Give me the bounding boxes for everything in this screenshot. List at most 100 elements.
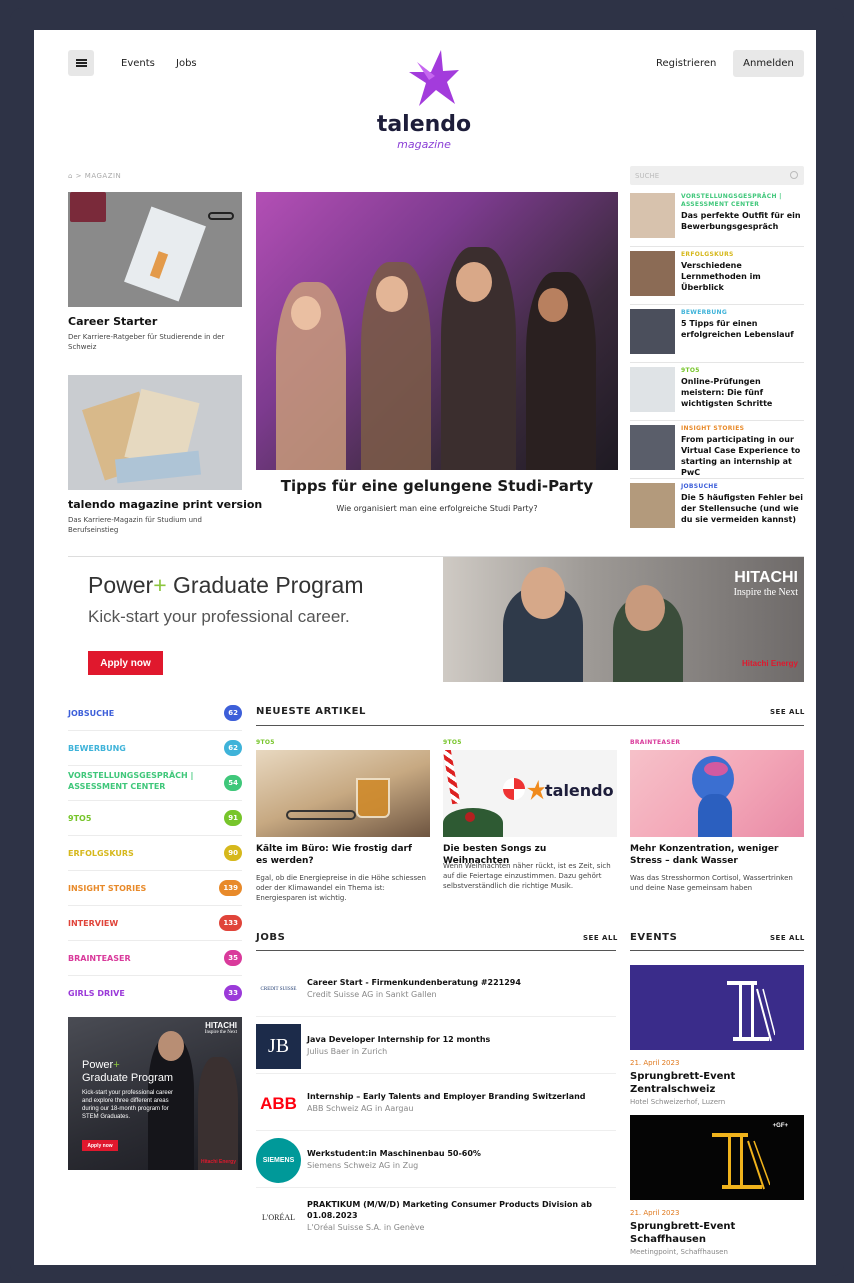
count-badge: 35 [224, 950, 242, 966]
hitachi-energy-logo: Hitachi Energy [200, 1159, 236, 1165]
login-button[interactable]: Anmelden [733, 50, 804, 77]
category-vorstellungsgespraech[interactable]: VORSTELLUNGSGESPRÄCH | ASSESSMENT CENTER… [68, 766, 242, 801]
article-title[interactable]: Kälte im Büro: Wie frostig darf es werde… [256, 843, 426, 867]
article-title[interactable]: Online-Prüfungen meistern: Die fünf wich… [681, 376, 805, 409]
article-category[interactable]: BEWERBUNG [681, 309, 727, 317]
article-category[interactable]: VORSTELLUNGSGESPRÄCH | ASSESSMENT CENTER [681, 193, 791, 209]
article-thumbnail[interactable] [630, 425, 675, 470]
event-title[interactable]: Sprungbrett-Event Schaffhausen [630, 1220, 804, 1246]
count-badge: 91 [224, 810, 242, 826]
category-bewerbung[interactable]: BEWERBUNG 62 [68, 731, 242, 766]
article-thumbnail[interactable] [630, 483, 675, 528]
hitachi-side-ad[interactable]: HITACHI Inspire the Next Power+ Graduate … [68, 1017, 242, 1170]
job-title[interactable]: PRAKTIKUM (M/W/D) Marketing Consumer Pro… [307, 1199, 607, 1221]
hero-title[interactable]: Tipps für eine gelungene Studi-Party [256, 477, 618, 495]
card-title[interactable]: Career Starter [68, 315, 157, 328]
article-category[interactable]: BRAINTEASER [630, 739, 680, 746]
home-icon[interactable]: ⌂ [68, 172, 73, 180]
event-image[interactable] [630, 965, 804, 1050]
category-brainteaser[interactable]: BRAINTEASER 35 [68, 941, 242, 976]
event-title[interactable]: Sprungbrett-Event Zentralschweiz [630, 1070, 804, 1096]
sidebar-article[interactable]: INSIGHT STORIES From participating in ou… [630, 422, 804, 479]
card-title[interactable]: talendo magazine print version [68, 498, 262, 511]
hero-image[interactable] [256, 192, 618, 470]
search-input[interactable]: SUCHE [630, 166, 804, 185]
logo-text[interactable]: talendo [364, 112, 484, 137]
article-category[interactable]: 9TO5 [681, 367, 700, 375]
article-thumbnail[interactable] [630, 367, 675, 412]
sidebar-article[interactable]: VORSTELLUNGSGESPRÄCH | ASSESSMENT CENTER… [630, 190, 804, 247]
see-all-jobs-link[interactable]: SEE ALL [583, 934, 618, 942]
breadcrumb-current: MAGAZIN [84, 172, 122, 180]
article-category[interactable]: INSIGHT STORIES [681, 425, 744, 433]
apply-now-button[interactable]: Apply now [88, 651, 163, 675]
category-insight-stories[interactable]: INSIGHT STORIES 139 [68, 871, 242, 906]
count-badge: 133 [219, 915, 242, 931]
breadcrumb: ⌂ > MAGAZIN [68, 172, 122, 180]
article-title[interactable]: Mehr Konzentration, weniger Stress – dan… [630, 843, 804, 867]
job-title[interactable]: Werkstudent:in Maschinenbau 50-60% [307, 1148, 607, 1159]
job-listing[interactable]: CREDIT SUISSE Career Start - Firmenkunde… [256, 960, 616, 1017]
apply-now-button[interactable]: Apply now [82, 1140, 118, 1151]
see-all-articles-link[interactable]: SEE ALL [770, 708, 805, 716]
see-all-events-link[interactable]: SEE ALL [770, 934, 805, 942]
career-starter-image[interactable] [68, 192, 242, 307]
article-title[interactable]: From participating in our Virtual Case E… [681, 434, 805, 478]
divider [630, 950, 804, 951]
article-image[interactable]: talendo [443, 750, 617, 837]
event-date: 21. April 2023 [630, 1209, 680, 1217]
company-logo: L'ORÉAL [262, 1213, 295, 1222]
count-badge: 139 [219, 880, 242, 896]
article-category[interactable]: ERFOLGSKURS [681, 251, 734, 259]
job-company: Julius Baer in Zurich [307, 1047, 388, 1056]
divider [256, 725, 804, 726]
job-title[interactable]: Java Developer Internship for 12 months [307, 1034, 607, 1045]
job-listing[interactable]: JB Java Developer Internship for 12 mont… [256, 1017, 616, 1074]
article-thumbnail[interactable] [630, 251, 675, 296]
nav-jobs[interactable]: Jobs [176, 58, 197, 69]
nav-events[interactable]: Events [121, 58, 155, 69]
company-logo: ABB [260, 1093, 297, 1113]
banner-title: Power+ Graduate Program [88, 572, 364, 598]
hitachi-banner-ad[interactable]: Power+ Graduate Program Kick-start your … [68, 556, 804, 682]
event-image[interactable]: +GF+ [630, 1115, 804, 1200]
job-listing[interactable]: L'ORÉAL PRAKTIKUM (M/W/D) Marketing Cons… [256, 1188, 616, 1245]
banner-subtitle: Kick-start your professional career. [88, 607, 350, 626]
category-girls-drive[interactable]: GIRLS DRIVE 33 [68, 976, 242, 1011]
job-listing[interactable]: ABB Internship – Early Talents and Emplo… [256, 1074, 616, 1131]
category-9to5[interactable]: 9TO5 91 [68, 801, 242, 836]
register-link[interactable]: Registrieren [656, 58, 716, 69]
article-title[interactable]: Verschiedene Lernmethoden im Überblick [681, 260, 805, 293]
job-listing[interactable]: SIEMENS Werkstudent:in Maschinenbau 50-6… [256, 1131, 616, 1188]
article-thumbnail[interactable] [630, 309, 675, 354]
sidebar-article[interactable]: BEWERBUNG 5 Tipps für einen erfolgreiche… [630, 306, 804, 363]
event-location: Hotel Schweizerhof, Luzern [630, 1098, 726, 1106]
job-title[interactable]: Career Start - Firmenkundenberatung #221… [307, 977, 607, 988]
side-ad-text: Kick-start your professional career and … [82, 1090, 174, 1120]
article-category[interactable]: JOBSUCHE [681, 483, 718, 491]
sidebar-article[interactable]: 9TO5 Online-Prüfungen meistern: Die fünf… [630, 364, 804, 421]
job-company: L'Oréal Suisse S.A. in Genève [307, 1223, 425, 1232]
article-title[interactable]: Die 5 häufigsten Fehler bei der Stellens… [681, 492, 805, 525]
hitachi-tagline: Inspire the Next [733, 587, 798, 598]
article-image[interactable] [256, 750, 430, 837]
article-category[interactable]: 9TO5 [256, 739, 275, 746]
article-title[interactable]: Das perfekte Outfit für ein Bewerbungsge… [681, 210, 805, 232]
article-title[interactable]: 5 Tipps für einen erfolgreichen Lebensla… [681, 318, 805, 340]
menu-button[interactable] [68, 50, 94, 76]
sidebar-article[interactable]: JOBSUCHE Die 5 häufigsten Fehler bei der… [630, 480, 804, 537]
print-magazine-image[interactable] [68, 375, 242, 490]
article-image[interactable] [630, 750, 804, 837]
logo-subtitle: magazine [397, 138, 451, 151]
article-thumbnail[interactable] [630, 193, 675, 238]
category-interview[interactable]: INTERVIEW 133 [68, 906, 242, 941]
category-erfolgskurs[interactable]: ERFOLGSKURS 90 [68, 836, 242, 871]
search-placeholder: SUCHE [635, 172, 660, 180]
job-title[interactable]: Internship – Early Talents and Employer … [307, 1091, 607, 1102]
article-category[interactable]: 9TO5 [443, 739, 462, 746]
search-icon[interactable] [790, 171, 798, 179]
category-jobsuche[interactable]: JOBSUCHE 62 [68, 696, 242, 731]
talendo-star-logo-icon[interactable] [409, 50, 459, 106]
article-teaser: Was das Stresshormon Cortisol, Wassertri… [630, 874, 793, 892]
sidebar-article[interactable]: ERFOLGSKURS Verschiedene Lernmethoden im… [630, 248, 804, 305]
